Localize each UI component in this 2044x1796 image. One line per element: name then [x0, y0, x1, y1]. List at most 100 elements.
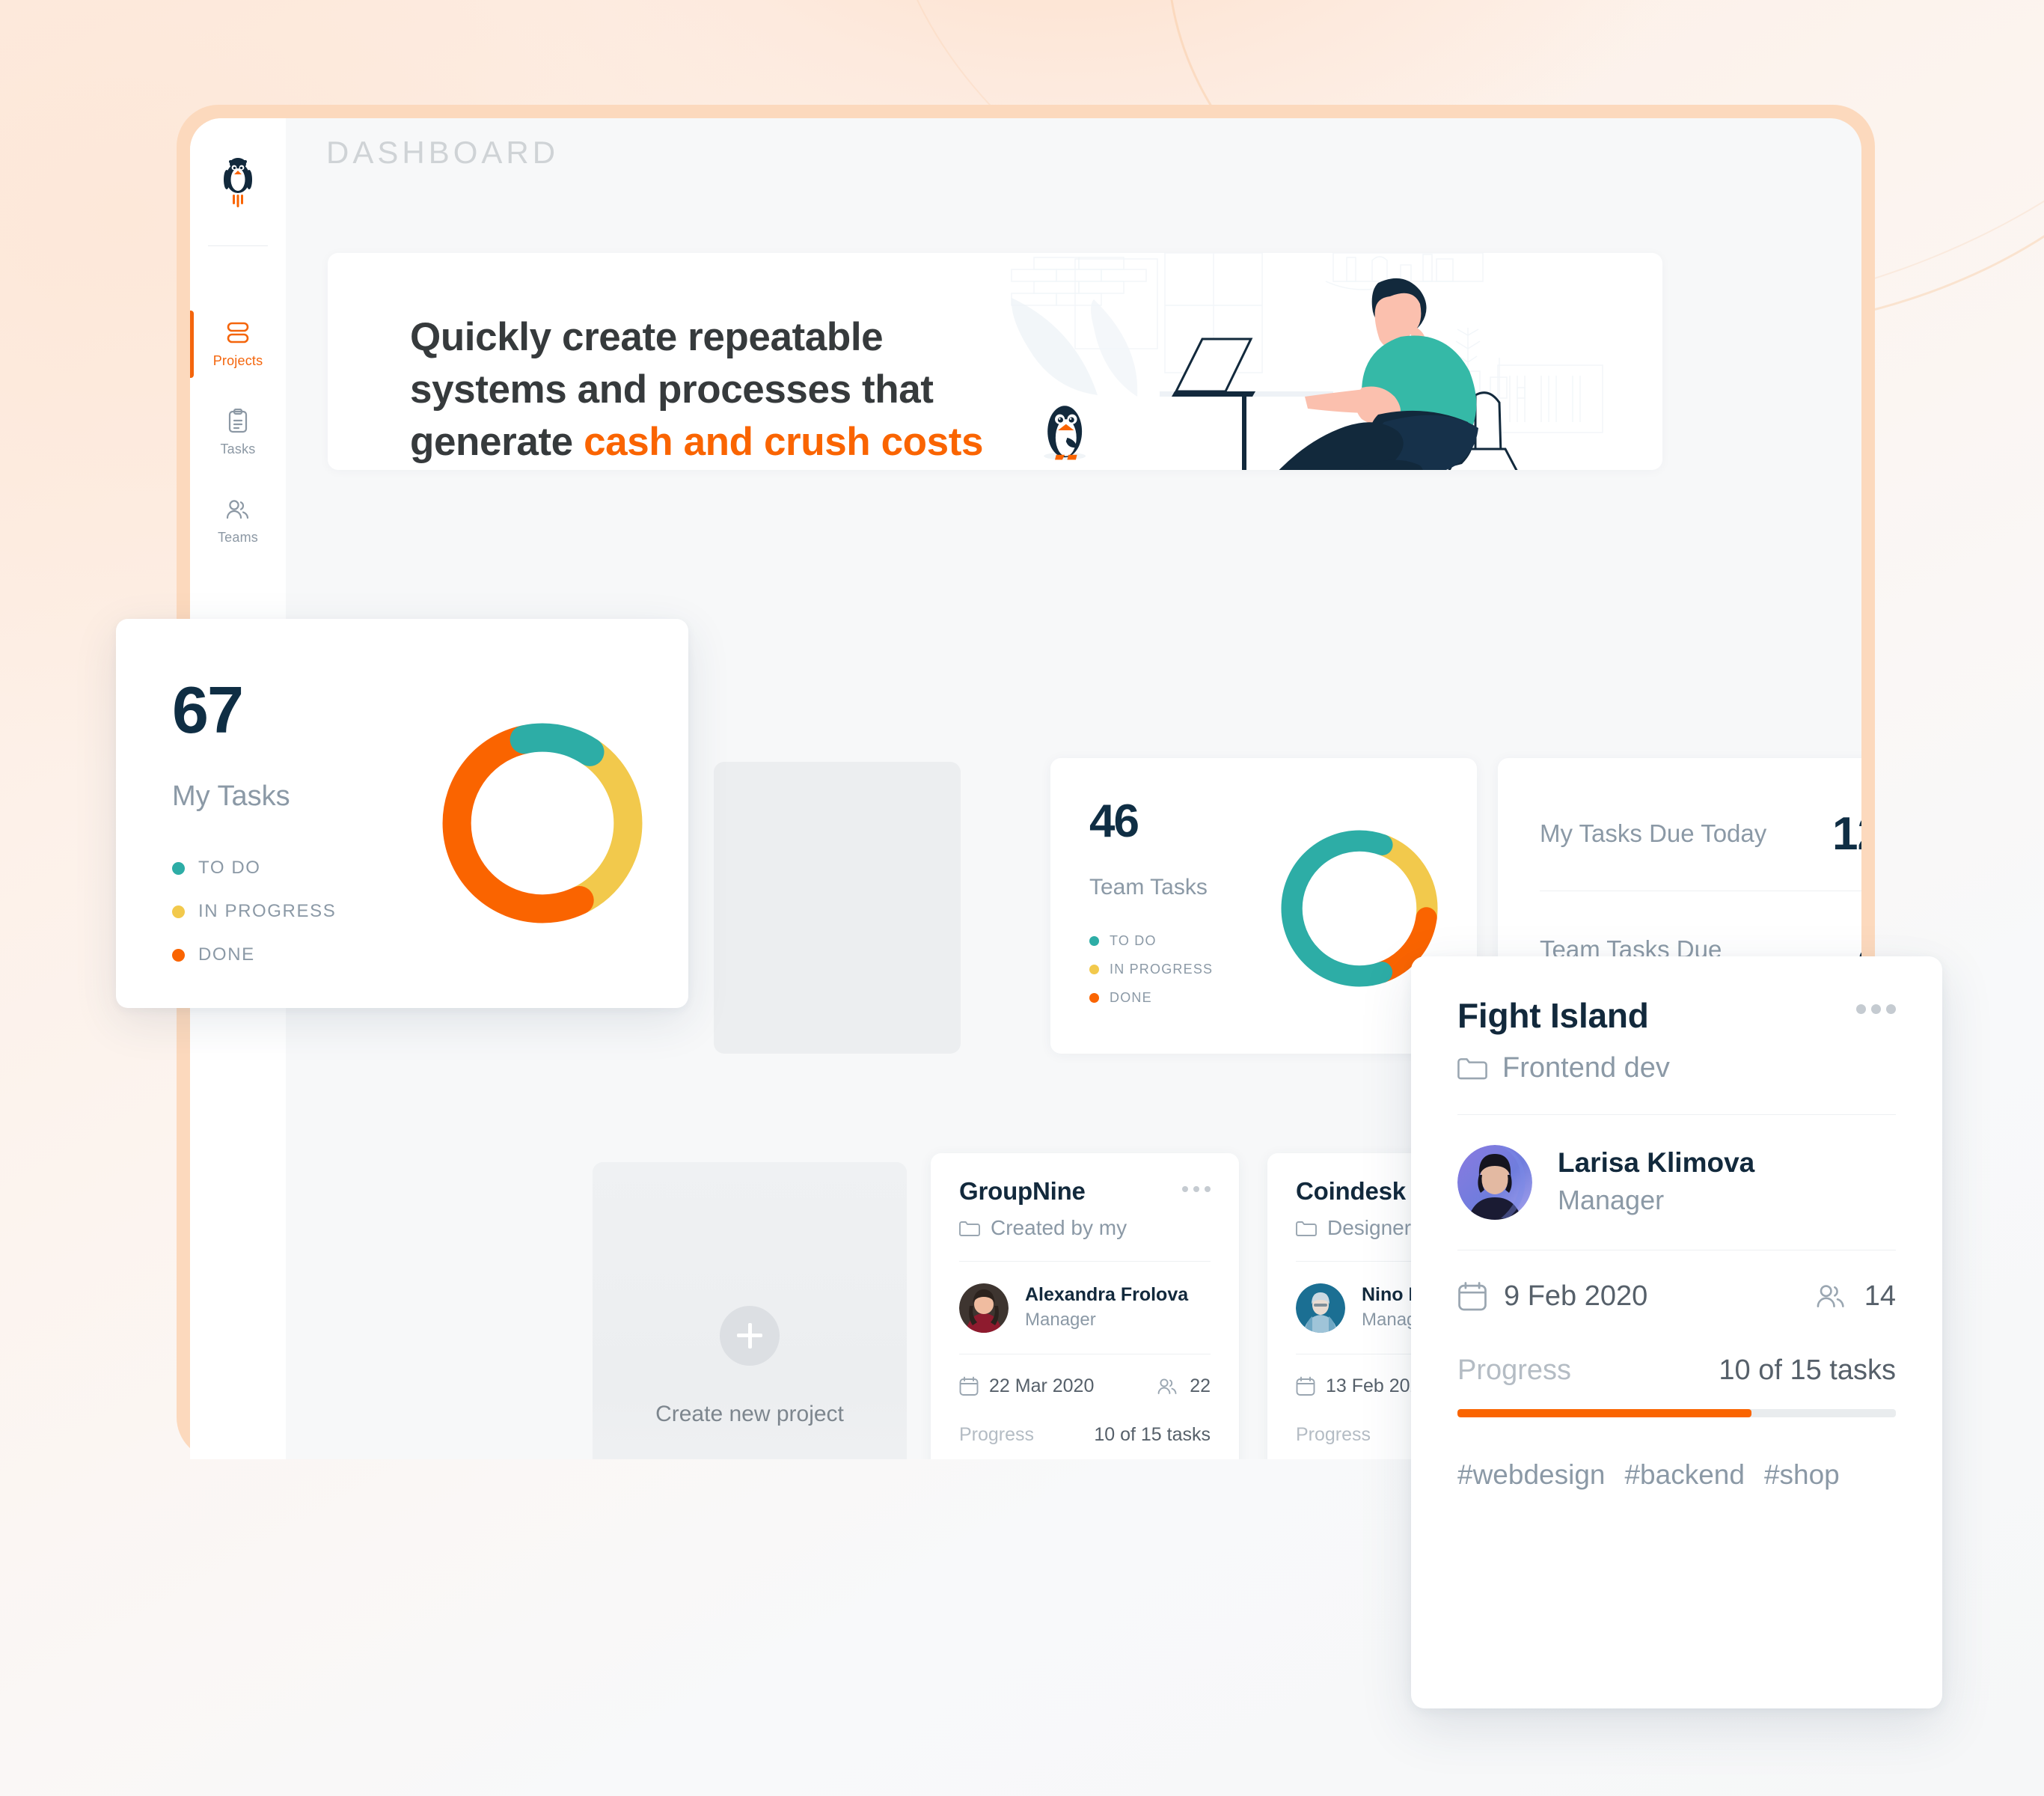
legend-item: TO DO	[172, 858, 336, 879]
folder-icon	[959, 1220, 980, 1237]
folder-icon	[1296, 1220, 1317, 1237]
project-progress-row: Progress 10 of 15 tasks	[959, 1424, 1211, 1446]
manager-role: Manager	[1558, 1185, 1665, 1216]
progress-label: Progress	[959, 1424, 1035, 1446]
hero-banner: Quickly create repeatable systems and pr…	[328, 253, 1662, 470]
calendar-icon	[959, 1376, 979, 1396]
hero-line-3-accent: cash and crush costs	[584, 419, 984, 464]
project-card-groupnine[interactable]: GroupNine Created by my Alexandra Frolov…	[931, 1153, 1239, 1459]
members-icon	[1157, 1378, 1179, 1396]
project-folder-label: Created by my	[991, 1216, 1127, 1239]
placeholder-card	[714, 762, 961, 1054]
featured-project-card-fight-island[interactable]: Fight Island Frontend dev Larisa Klimova…	[1411, 956, 1942, 1708]
page-title: DASHBOARD	[326, 135, 560, 170]
more-options-icon[interactable]	[1856, 995, 1896, 1014]
project-folder-label: Frontend dev	[1502, 1052, 1670, 1084]
manager-name: Larisa Klimova	[1558, 1147, 1755, 1178]
legend-item: TO DO	[1089, 933, 1213, 949]
project-tag[interactable]: #webdesign	[1457, 1459, 1605, 1491]
my-tasks-value: 67	[172, 673, 244, 747]
project-date: 22 Mar 2020	[989, 1375, 1095, 1397]
hero-line-3: generate cash and crush costs	[410, 416, 1083, 468]
project-tag[interactable]: #backend	[1624, 1459, 1744, 1491]
my-tasks-legend: TO DO IN PROGRESS DONE	[172, 858, 336, 965]
plus-icon	[720, 1305, 780, 1366]
legend-item: IN PROGRESS	[172, 901, 336, 922]
legend-dot-done	[1089, 993, 1099, 1003]
team-tasks-legend: TO DO IN PROGRESS DONE	[1089, 933, 1213, 1006]
my-tasks-due-value: 12	[1832, 808, 1861, 860]
sidebar-nav: Projects Tasks Teams	[190, 273, 286, 565]
progress-value: 10 of 15 tasks	[1094, 1424, 1211, 1446]
folder-icon	[1457, 1056, 1487, 1081]
create-new-project-label: Create new project	[655, 1401, 844, 1426]
project-card-header: GroupNine	[959, 1177, 1211, 1206]
legend-dot-done	[172, 948, 185, 962]
project-name: Fight Island	[1457, 996, 1649, 1035]
project-progress-row: Progress 10 of 15 tasks	[1457, 1354, 1896, 1387]
legend-dot-in-progress	[172, 905, 185, 918]
penguin-logo-icon	[217, 155, 259, 209]
progress-label: Progress	[1296, 1424, 1371, 1446]
brand-logo[interactable]	[190, 118, 286, 245]
divider	[1457, 1114, 1896, 1115]
manager-name: Alexandra Frolova	[1025, 1284, 1189, 1305]
project-members-count: 14	[1864, 1280, 1896, 1313]
my-tasks-label: My Tasks	[172, 781, 290, 812]
manager-role: Manager	[1025, 1309, 1096, 1330]
project-folder-label: Designers	[1327, 1216, 1422, 1239]
project-name: Coindesk	[1296, 1177, 1406, 1205]
project-meta: 9 Feb 2020 14	[1457, 1280, 1896, 1313]
hero-line-1: Quickly create repeatable	[410, 315, 884, 359]
my-tasks-due-label: My Tasks Due Today	[1540, 819, 1767, 848]
legend-item: DONE	[172, 944, 336, 965]
project-folder: Created by my	[959, 1216, 1211, 1240]
team-tasks-label: Team Tasks	[1089, 875, 1208, 899]
legend-label: TO DO	[198, 858, 261, 878]
progress-bar	[1457, 1409, 1896, 1418]
avatar	[959, 1283, 1009, 1333]
project-tags: #webdesign #backend #shop	[1457, 1459, 1896, 1491]
more-options-icon[interactable]	[1182, 1177, 1211, 1192]
sidebar-item-label: Tasks	[220, 441, 256, 456]
team-tasks-value: 46	[1089, 795, 1139, 847]
sidebar-item-projects[interactable]: Projects	[190, 300, 286, 388]
legend-dot-todo	[172, 861, 185, 875]
legend-dot-todo	[1089, 936, 1099, 946]
avatar	[1457, 1145, 1532, 1221]
legend-label: DONE	[198, 944, 255, 965]
hero-line-2: systems and processes that	[410, 367, 934, 412]
project-date: 9 Feb 2020	[1504, 1280, 1648, 1313]
project-card-header: Fight Island	[1457, 995, 1896, 1036]
my-tasks-due-row: My Tasks Due Today 12	[1540, 807, 1861, 861]
sidebar-item-label: Teams	[217, 529, 258, 545]
my-tasks-donut-chart	[435, 716, 649, 930]
project-manager: Larisa Klimova Manager	[1457, 1145, 1896, 1221]
project-tag[interactable]: #shop	[1764, 1459, 1840, 1491]
legend-label: IN PROGRESS	[198, 901, 337, 921]
hero-line-3-plain: generate	[410, 419, 584, 464]
legend-item: IN PROGRESS	[1089, 962, 1213, 977]
legend-label: IN PROGRESS	[1110, 962, 1214, 977]
project-meta: 22 Mar 2020 22	[959, 1375, 1211, 1397]
sidebar-item-teams[interactable]: Teams	[190, 477, 286, 565]
hero-illustration	[1004, 253, 1662, 470]
create-new-project-card[interactable]: Create new project	[593, 1162, 907, 1459]
clipboard-icon	[227, 408, 249, 434]
projects-stack-icon	[225, 320, 251, 346]
sidebar-item-label: Projects	[212, 352, 263, 368]
progress-label: Progress	[1457, 1354, 1572, 1387]
progress-value: 10 of 15 tasks	[1719, 1354, 1896, 1387]
legend-dot-in-progress	[1089, 965, 1099, 974]
people-icon	[224, 497, 251, 522]
members-icon	[1815, 1283, 1848, 1310]
project-folder: Frontend dev	[1457, 1052, 1896, 1084]
project-name: GroupNine	[959, 1177, 1086, 1205]
legend-label: TO DO	[1110, 933, 1157, 948]
sidebar-item-tasks[interactable]: Tasks	[190, 388, 286, 477]
project-manager: Alexandra Frolova Manager	[959, 1283, 1211, 1333]
hero-headline: Quickly create repeatable systems and pr…	[410, 311, 1083, 468]
my-tasks-stat-card: 67 My Tasks TO DO IN PROGRESS DONE	[116, 619, 688, 1008]
project-members-count: 22	[1190, 1375, 1211, 1397]
